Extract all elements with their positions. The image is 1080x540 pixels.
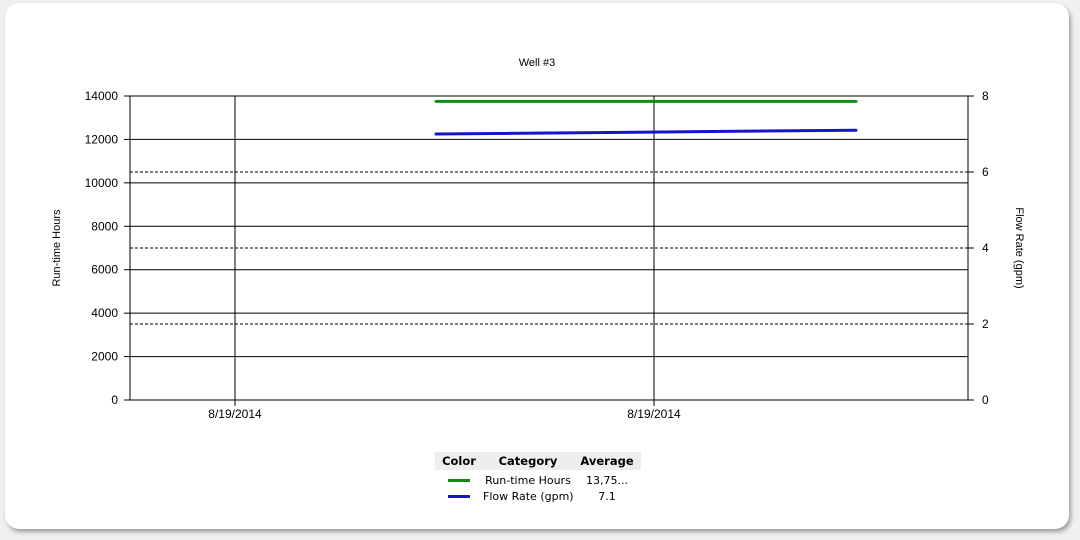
y-right-tick-label: 0 <box>982 393 989 407</box>
y-right-tick-label: 2 <box>982 317 989 331</box>
legend-table: Color Category Average Run-time Hours 13… <box>435 452 641 504</box>
legend-header-row: Color Category Average <box>435 452 641 470</box>
legend-average-runtime: 13,75... <box>586 473 628 487</box>
series-line-flow-rate <box>434 128 858 136</box>
x-tick-label: 8/19/2014 <box>627 407 681 421</box>
legend-swatch-runtime <box>448 478 470 482</box>
y-left-tick-label: 6000 <box>91 263 118 277</box>
y-left-tick-label: 2000 <box>91 350 118 364</box>
legend-average-flow: 7.1 <box>598 489 616 503</box>
legend-header-category: Category <box>498 454 558 468</box>
y-left-label: Run-time Hours <box>51 209 63 287</box>
legend-swatch-flow <box>448 494 470 498</box>
legend-swatch-cell <box>435 478 483 482</box>
legend-category-runtime: Run-time Hours <box>485 473 571 487</box>
legend-row-runtime: Run-time Hours 13,75... <box>435 472 641 488</box>
legend-header-color: Color <box>442 454 476 468</box>
legend-swatch-cell <box>435 494 483 498</box>
x-tick-label: 8/19/2014 <box>208 407 262 421</box>
y-left-tick-label: 0 <box>111 393 118 407</box>
legend-row-flow: Flow Rate (gpm) 7.1 <box>435 488 641 504</box>
legend-category-flow: Flow Rate (gpm) <box>483 489 574 503</box>
y-left-tick-label: 14000 <box>85 89 119 103</box>
y-left-tick-label: 10000 <box>85 176 119 190</box>
y-right-label: Flow Rate (gpm) <box>1013 207 1025 288</box>
y-left-tick-label: 8000 <box>91 219 118 233</box>
y-right-tick-label: 6 <box>982 165 989 179</box>
y-left-tick-label: 4000 <box>91 306 118 320</box>
y-left-tick-label: 12000 <box>85 132 119 146</box>
chart-title: Well #3 <box>519 57 555 69</box>
legend-header-average: Average <box>580 454 634 468</box>
y-right-tick-label: 8 <box>982 89 989 103</box>
y-right-tick-label: 4 <box>982 241 989 255</box>
